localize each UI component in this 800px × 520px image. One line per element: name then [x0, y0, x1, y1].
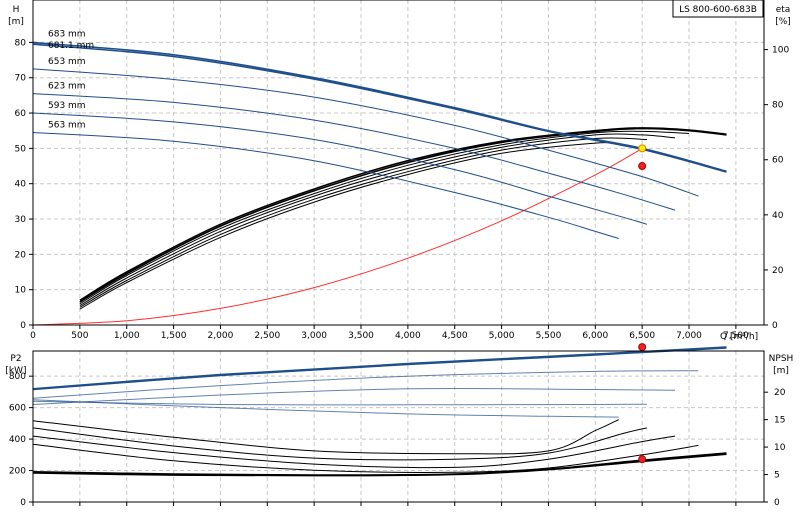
- efficiency-curve: [79, 130, 690, 305]
- efficiency-curve: [79, 133, 676, 307]
- bottom-left-axis-unit: [kW]: [5, 366, 26, 376]
- x-tick-label: 5,500: [536, 331, 562, 341]
- power-curve: [32, 399, 619, 418]
- bottom-left-y-tick-label: 200: [9, 467, 26, 477]
- top-right-y-tick-label: 20: [772, 266, 784, 276]
- x-tick-label: 3,000: [301, 331, 327, 341]
- top-left-y-tick-label: 40: [15, 180, 27, 190]
- x-tick-label: 2,500: [254, 331, 280, 341]
- head-curve-label: 683 mm: [48, 29, 86, 39]
- duty-point: [638, 144, 647, 153]
- bottom-plot-frame: [32, 350, 765, 503]
- top-right-y-tick-label: 100: [772, 46, 789, 56]
- bottom-right-y-tick-label: 0: [774, 498, 780, 508]
- head-curve-label: 563 mm: [48, 120, 86, 130]
- top-right-y-tick-label: 60: [772, 156, 784, 166]
- bottom-right-y-tick-label: 15: [774, 416, 785, 426]
- power-curve: [32, 370, 699, 399]
- top-left-axis-unit: [m]: [8, 17, 24, 27]
- x-tick-label: 0: [30, 331, 36, 341]
- power-curve: [32, 347, 727, 391]
- head-curve-label: 593 mm: [48, 101, 86, 111]
- power-npsh-plot: [32, 343, 727, 477]
- system-curve: [32, 147, 643, 326]
- power-curve: [32, 387, 676, 405]
- pump-curve-chart: 683 mm 681.1 mm 653 mm 623 mm 593 mm 563 mm 0…: [5, 0, 794, 508]
- efficiency-curve: [79, 127, 727, 301]
- bottom-left-y-tick-label: 600: [9, 404, 26, 414]
- bottom-right-y-tick-label: 10: [774, 443, 786, 453]
- duty-point: [638, 343, 647, 352]
- top-right-y-tick-label: 0: [772, 321, 778, 331]
- top-left-y-tick-label: 20: [15, 250, 27, 260]
- top-chart-axes: 0 500 1,000 1,500 2,000 2,500 3,000 3,500 4,000 4…: [15, 38, 790, 341]
- power-curve: [32, 400, 647, 406]
- top-right-y-tick-label: 80: [772, 101, 784, 111]
- duty-point: [638, 162, 647, 171]
- npsh-curve: [32, 427, 648, 461]
- x-tick-label: 4,500: [442, 331, 468, 341]
- efficiency-curve: [79, 127, 727, 303]
- bottom-right-y-tick-label: 20: [774, 388, 786, 398]
- x-tick-label: 500: [71, 331, 88, 341]
- efficiency-curve: [79, 137, 647, 308]
- x-tick-label: 5,000: [489, 331, 515, 341]
- x-tick-label: 2,000: [208, 331, 234, 341]
- top-left-y-tick-label: 10: [15, 286, 27, 296]
- npsh-curve: [32, 419, 619, 455]
- x-axis-label: Q [m³/h]: [720, 332, 758, 342]
- x-tick-label: 6,000: [582, 331, 608, 341]
- bottom-left-y-tick-label: 0: [20, 498, 26, 508]
- bottom-right-y-tick-label: 5: [774, 471, 780, 481]
- top-left-y-tick-label: 30: [15, 215, 27, 225]
- x-tick-label: 7,000: [676, 331, 702, 341]
- bottom-right-axis-unit: [m]: [773, 366, 789, 376]
- head-curve: [32, 43, 727, 173]
- chart-title: LS 800-600-683B: [679, 5, 757, 15]
- x-tick-label: 1,000: [114, 331, 140, 341]
- bottom-chart-grid: [33, 351, 764, 502]
- x-tick-label: 3,500: [348, 331, 374, 341]
- head-curve-label: 653 mm: [48, 57, 86, 67]
- duty-point: [638, 455, 647, 464]
- x-tick-label: 4,000: [395, 331, 421, 341]
- top-right-axis-unit: [%]: [775, 17, 791, 27]
- top-left-y-tick-label: 60: [15, 109, 27, 119]
- bottom-left-y-tick-label: 400: [9, 435, 26, 445]
- top-left-y-tick-label: 0: [20, 321, 26, 331]
- top-left-y-tick-label: 70: [15, 74, 27, 84]
- top-left-y-tick-label: 50: [15, 144, 27, 154]
- top-right-axis-label: eta: [776, 5, 791, 15]
- x-tick-label: 6,500: [629, 331, 655, 341]
- top-left-axis-label: H: [13, 5, 20, 15]
- top-left-y-tick-label: 80: [15, 38, 27, 48]
- head-efficiency-plot: 683 mm 681.1 mm 653 mm 623 mm 593 mm 563 mm: [32, 29, 727, 326]
- head-curve: [32, 112, 648, 225]
- head-curve-label: 681.1 mm: [48, 41, 94, 51]
- bottom-left-axis-label: P2: [10, 354, 21, 364]
- head-curve: [32, 93, 676, 211]
- x-tick-label: 1,500: [161, 331, 187, 341]
- bottom-right-axis-label: NPSH: [769, 354, 794, 364]
- head-curve-label: 623 mm: [48, 82, 86, 92]
- top-right-y-tick-label: 40: [772, 211, 784, 221]
